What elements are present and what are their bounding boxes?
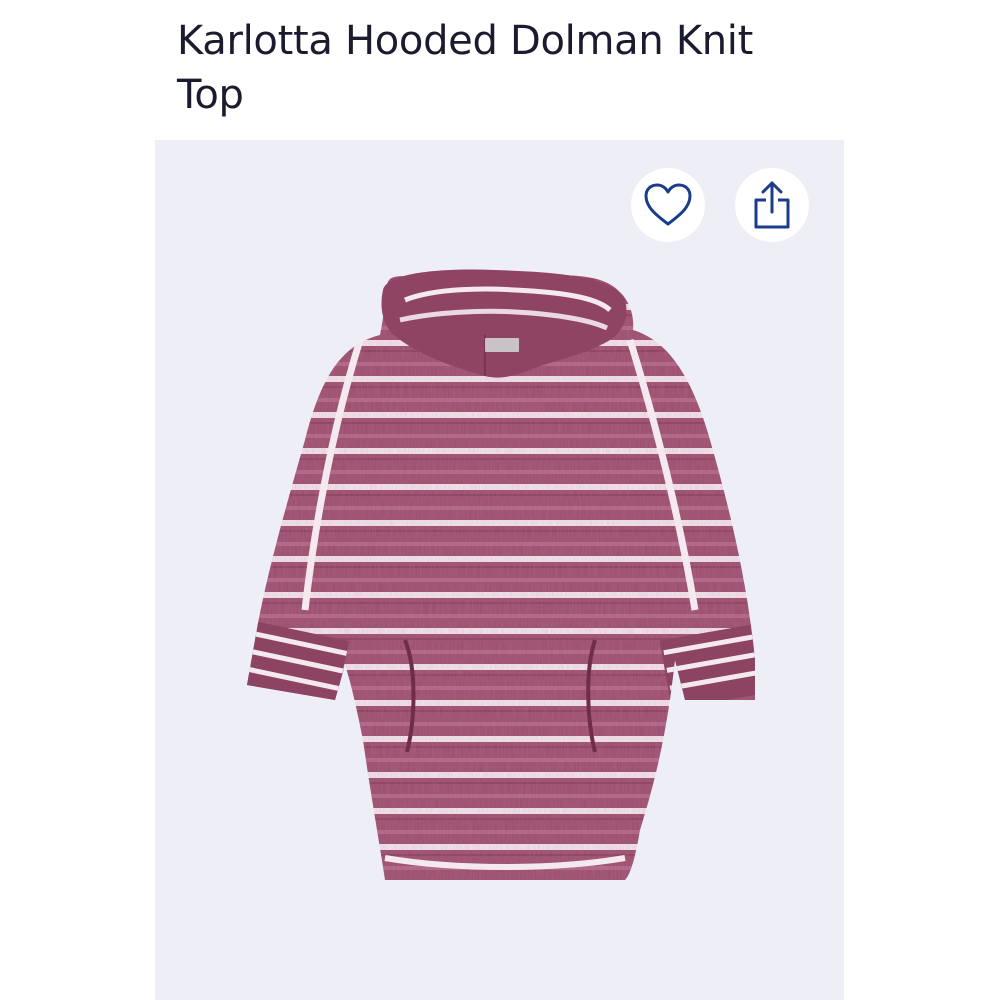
product-image[interactable] [155,140,844,1000]
favorite-button[interactable] [631,168,705,242]
product-title: Karlotta Hooded Dolman Knit Top [177,18,754,118]
product-image-panel [155,140,844,1000]
product-detail-page: Karlotta Hooded Dolman Knit Top [0,0,1000,1000]
heart-outline-icon [644,183,692,226]
share-button[interactable] [735,168,809,242]
share-icon [754,181,790,229]
